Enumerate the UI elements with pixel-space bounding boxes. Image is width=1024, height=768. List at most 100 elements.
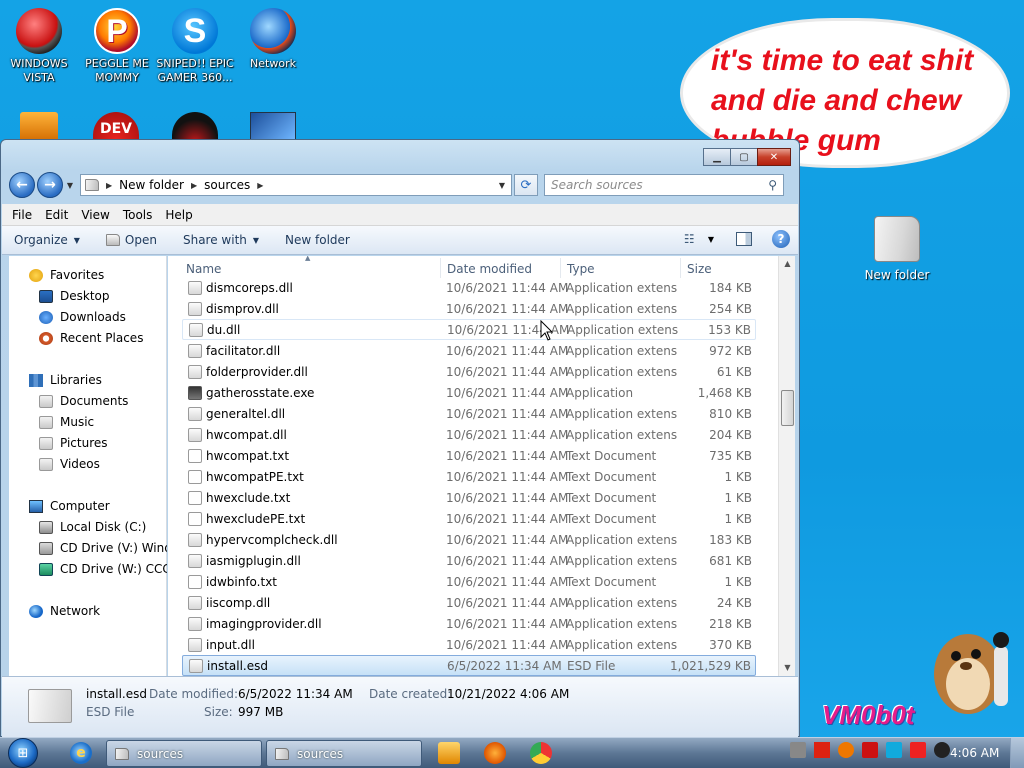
nav-local-disk[interactable]: Local Disk (C:) xyxy=(39,520,146,534)
app-icon[interactable] xyxy=(484,742,506,764)
file-row[interactable]: du.dll 10/6/2021 11:44 AM Application exte… xyxy=(182,319,756,340)
desktop-icon-box[interactable] xyxy=(20,112,58,142)
column-header-size[interactable]: Size xyxy=(687,262,712,276)
search-icon[interactable]: ⚲ xyxy=(768,178,777,192)
nav-cd-drive-v[interactable]: CD Drive (V:) Windo xyxy=(39,541,167,555)
chrome-icon[interactable] xyxy=(530,742,552,764)
nav-desktop[interactable]: Desktop xyxy=(39,289,110,303)
file-row[interactable]: hypervcomplcheck.dll 10/6/2021 11:44 AM Ap… xyxy=(182,529,756,550)
file-row[interactable]: hwexclude.txt 10/6/2021 11:44 AM Text Docu… xyxy=(182,487,756,508)
tray-icon[interactable] xyxy=(790,742,806,758)
menu-help[interactable]: Help xyxy=(165,208,192,222)
nav-network[interactable]: Network xyxy=(29,604,100,618)
nav-downloads[interactable]: Downloads xyxy=(39,310,126,324)
file-size: 1,468 KB xyxy=(697,385,752,400)
refresh-button[interactable]: ⟳ xyxy=(514,174,538,196)
scroll-up-arrow[interactable]: ▲ xyxy=(779,256,796,272)
help-icon[interactable]: ? xyxy=(772,230,790,248)
nav-recent-places[interactable]: Recent Places xyxy=(39,331,143,345)
taskbar-clock[interactable]: 4:06 AM xyxy=(950,746,999,760)
file-row[interactable]: hwcompatPE.txt 10/6/2021 11:44 AM Text Doc… xyxy=(182,466,756,487)
file-row[interactable]: hwcompat.txt 10/6/2021 11:44 AM Text Docum… xyxy=(182,445,756,466)
dll-file-icon xyxy=(188,427,202,442)
back-button[interactable]: ← xyxy=(9,172,35,198)
organize-button[interactable]: Organize ▼ xyxy=(14,233,80,247)
address-bar[interactable]: ▶ New folder ▶ sources ▶ ▼ xyxy=(80,174,512,196)
start-button[interactable]: ⊞ xyxy=(8,738,38,768)
tray-icon[interactable] xyxy=(838,742,854,758)
maximize-button[interactable]: ▢ xyxy=(730,148,758,166)
column-separator[interactable] xyxy=(680,258,681,278)
nav-videos[interactable]: Videos xyxy=(39,457,100,471)
file-row[interactable]: gatherosstate.exe 10/6/2021 11:44 AM Appli… xyxy=(182,382,756,403)
desktop-icon-new-folder[interactable]: New folder xyxy=(864,216,930,282)
internet-explorer-icon[interactable]: e xyxy=(70,742,92,764)
column-header-type[interactable]: Type xyxy=(567,262,595,276)
scroll-down-arrow[interactable]: ▼ xyxy=(779,660,796,676)
nav-cd-drive-w[interactable]: CD Drive (W:) CCCO xyxy=(39,562,167,576)
search-input[interactable]: Search sources ⚲ xyxy=(544,174,784,196)
file-row[interactable]: facilitator.dll 10/6/2021 11:44 AM Applica… xyxy=(182,340,756,361)
file-row[interactable]: folderprovider.dll 10/6/2021 11:44 AM Appl… xyxy=(182,361,756,382)
menu-view[interactable]: View xyxy=(81,208,109,222)
forward-button[interactable]: → xyxy=(37,172,63,198)
tray-icon[interactable] xyxy=(886,742,902,758)
nav-documents[interactable]: Documents xyxy=(39,394,128,408)
menu-file[interactable]: File xyxy=(12,208,32,222)
nav-music[interactable]: Music xyxy=(39,415,94,429)
media-player-icon[interactable] xyxy=(438,742,460,764)
nav-favorites[interactable]: Favorites xyxy=(29,268,104,282)
column-separator[interactable] xyxy=(560,258,561,278)
column-header-date[interactable]: Date modified xyxy=(447,262,532,276)
new-folder-button[interactable]: New folder xyxy=(285,233,350,247)
close-button[interactable]: ✕ xyxy=(757,148,791,166)
desktop-icon-network[interactable]: Network xyxy=(234,8,312,71)
file-row[interactable]: input.dll 10/6/2021 11:44 AM Application e… xyxy=(182,634,756,655)
taskbar-task-sources[interactable]: sources xyxy=(266,740,422,767)
file-row[interactable]: iiscomp.dll 10/6/2021 11:44 AM Application… xyxy=(182,592,756,613)
taskbar-task-sources[interactable]: sources xyxy=(106,740,262,767)
column-header-name[interactable]: Name xyxy=(186,262,221,276)
minimize-button[interactable]: ▁ xyxy=(703,148,731,166)
desktop-icon-window[interactable] xyxy=(250,112,296,140)
desktop-icon-dark-logo[interactable] xyxy=(172,112,218,142)
vertical-scrollbar[interactable]: ▲ ▼ xyxy=(778,256,795,676)
file-row[interactable]: generaltel.dll 10/6/2021 11:44 AM Applicat… xyxy=(182,403,756,424)
share-with-button[interactable]: Share with ▼ xyxy=(183,233,259,247)
chevron-right-icon[interactable]: ▶ xyxy=(191,181,197,190)
file-row[interactable]: iasmigplugin.dll 10/6/2021 11:44 AM Applic… xyxy=(182,550,756,571)
desktop-icon-peggle[interactable]: P PEGGLE ME MOMMY xyxy=(78,8,156,85)
tray-icon[interactable] xyxy=(814,742,830,758)
chevron-right-icon[interactable]: ▶ xyxy=(106,181,112,190)
chevron-down-icon[interactable]: ▼ xyxy=(708,235,714,244)
desktop-icon-dev[interactable]: DEV xyxy=(93,112,139,142)
file-row[interactable]: idwbinfo.txt 10/6/2021 11:44 AM Text Docum… xyxy=(182,571,756,592)
tray-icon[interactable] xyxy=(862,742,878,758)
chevron-right-icon[interactable]: ▶ xyxy=(257,181,263,190)
open-button[interactable]: Open xyxy=(105,233,157,247)
recent-pages-dropdown[interactable]: ▼ xyxy=(64,181,76,190)
file-row[interactable]: install.esd 6/5/2022 11:34 AM ESD File 1,02… xyxy=(182,655,756,676)
menu-edit[interactable]: Edit xyxy=(45,208,68,222)
preview-pane-icon[interactable] xyxy=(736,232,752,246)
show-desktop-button[interactable] xyxy=(1010,738,1024,768)
file-row[interactable]: hwexcludePE.txt 10/6/2021 11:44 AM Text Do… xyxy=(182,508,756,529)
file-row[interactable]: dismcoreps.dll 10/6/2021 11:44 AM Applicat… xyxy=(182,277,756,298)
desktop-icon-windows-vista[interactable]: WINDOWS VISTA xyxy=(0,8,78,85)
tray-icon[interactable] xyxy=(934,742,950,758)
desktop-icon-sniped[interactable]: S SNIPED!! EPIC GAMER 360... xyxy=(156,8,234,85)
scroll-thumb[interactable] xyxy=(781,390,794,426)
nav-pictures[interactable]: Pictures xyxy=(39,436,108,450)
change-view-icon[interactable]: ☷ xyxy=(684,232,702,246)
file-row[interactable]: dismprov.dll 10/6/2021 11:44 AM Applicatio… xyxy=(182,298,756,319)
file-row[interactable]: imagingprovider.dll 10/6/2021 11:44 AM App… xyxy=(182,613,756,634)
address-dropdown-icon[interactable]: ▼ xyxy=(493,181,511,190)
nav-libraries[interactable]: Libraries xyxy=(29,373,102,387)
breadcrumb-new-folder[interactable]: New folder xyxy=(119,178,184,192)
file-row[interactable]: hwcompat.dll 10/6/2021 11:44 AM Applicatio… xyxy=(182,424,756,445)
tray-icon[interactable] xyxy=(910,742,926,758)
nav-computer[interactable]: Computer xyxy=(29,499,110,513)
column-separator[interactable] xyxy=(440,258,441,278)
breadcrumb-sources[interactable]: sources xyxy=(204,178,250,192)
menu-tools[interactable]: Tools xyxy=(123,208,153,222)
